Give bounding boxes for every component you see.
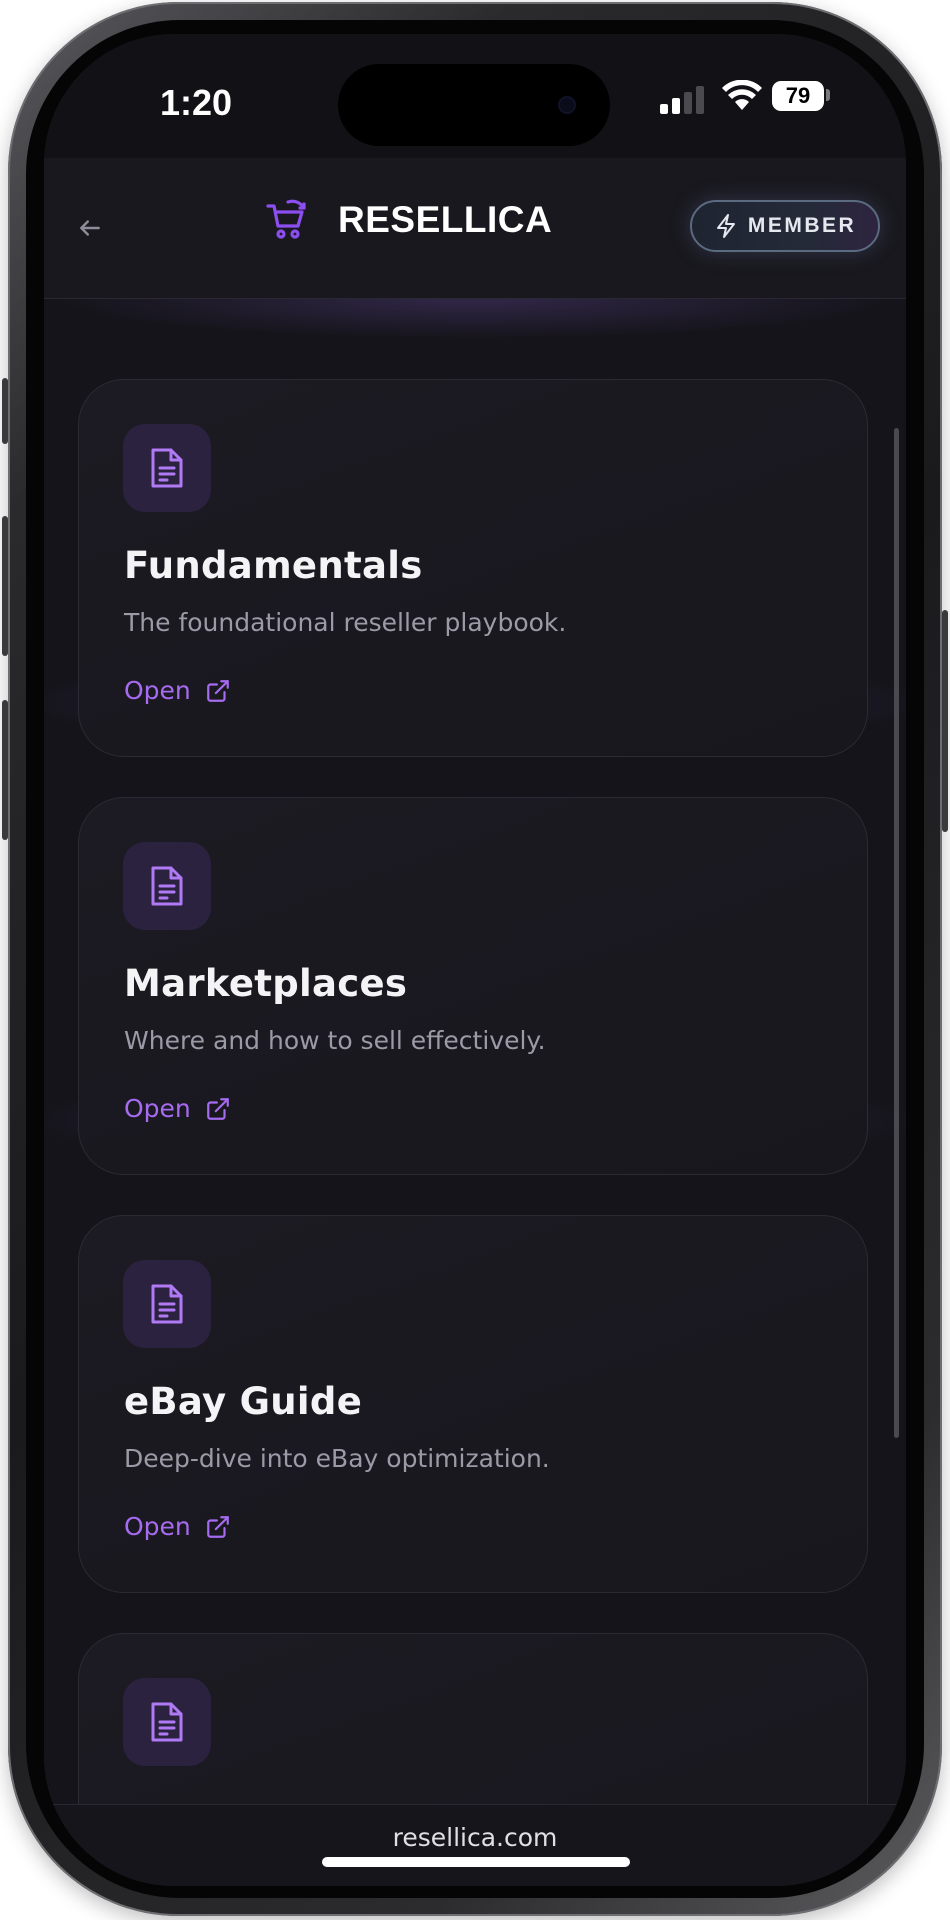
open-link-label: Open [124,1094,191,1123]
member-label: MEMBER [747,214,857,237]
camera-icon [558,96,576,114]
card-title: Marketplaces [124,962,408,1005]
document-icon [151,1284,183,1324]
card-icon-box [123,424,211,512]
browser-url-bar[interactable]: resellica.com [44,1804,906,1886]
brand-name: RESELLICA [338,199,553,240]
power-button [942,610,948,832]
card-icon-box [123,1260,211,1348]
card-title: eBay Guide [124,1380,363,1423]
guide-card[interactable] [78,1633,868,1804]
open-link[interactable]: Open [124,1512,231,1541]
status-bar: 1:20 79 [44,34,906,158]
open-link-label: Open [124,1512,191,1541]
dynamic-island [338,64,610,146]
lightning-bolt-icon [716,214,735,238]
member-badge[interactable]: MEMBER [690,200,880,252]
battery-level: 79 [785,83,811,108]
scrollbar[interactable] [894,428,899,1438]
battery-tip [826,89,830,101]
card-title: Fundamentals [124,544,423,587]
external-link-icon [206,1097,229,1120]
open-link[interactable]: Open [124,1094,231,1123]
brand[interactable]: RESELLICA [264,196,552,244]
open-link[interactable]: Open [124,676,231,705]
card-icon-box [123,1678,211,1766]
card-description: The foundational reseller playbook. [124,608,567,637]
cellular-signal-icon [660,82,706,114]
arrow-left-icon [80,220,100,236]
wifi-icon [722,80,762,110]
screen: 1:20 79 RESELLICA MEMBER Fundamentals Th… [44,34,906,1886]
document-icon [151,1702,183,1742]
guide-card[interactable]: Fundamentals The foundational reseller p… [78,379,868,757]
card-icon-box [123,842,211,930]
guide-card[interactable]: eBay Guide Deep-dive into eBay optimizat… [78,1215,868,1593]
document-icon [151,866,183,906]
home-indicator[interactable] [322,1857,630,1867]
site-url: resellica.com [392,1823,558,1852]
external-link-icon [206,1515,229,1538]
action-button [2,378,8,444]
status-time: 1:20 [160,82,233,123]
battery-icon: 79 [772,81,824,111]
app-header: RESELLICA MEMBER [44,158,906,299]
volume-down-button [2,700,8,840]
shopping-cart-logo-icon [266,199,306,239]
back-button[interactable] [68,206,112,250]
card-description: Deep-dive into eBay optimization. [124,1444,550,1473]
volume-up-button [2,516,8,656]
content-list[interactable]: Fundamentals The foundational reseller p… [44,299,906,1804]
open-link-label: Open [124,676,191,705]
card-description: Where and how to sell effectively. [124,1026,546,1055]
external-link-icon [206,679,229,702]
guide-card[interactable]: Marketplaces Where and how to sell effec… [78,797,868,1175]
document-icon [151,448,183,488]
